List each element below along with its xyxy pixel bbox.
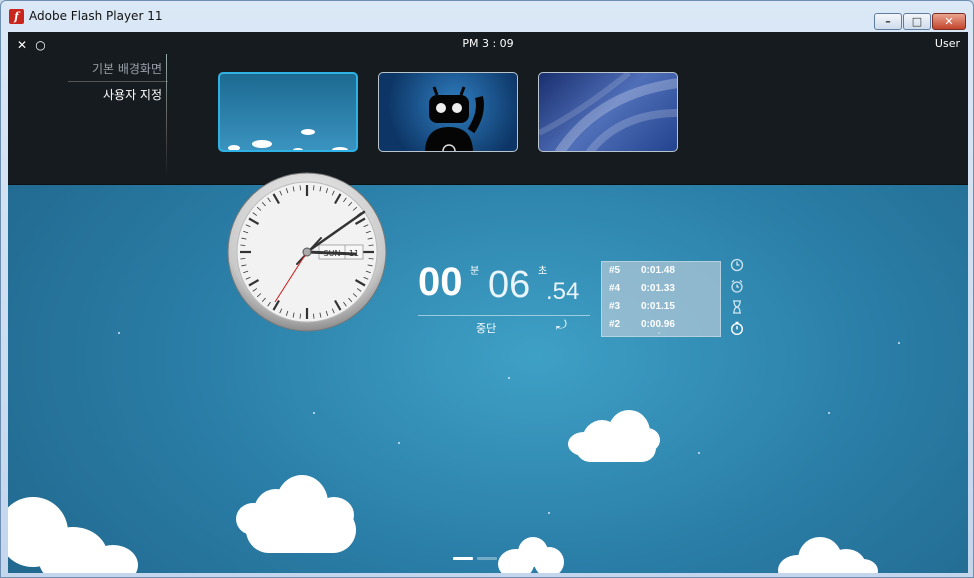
hour-hand (305, 250, 357, 256)
lap-row: #5 0:01.48 (609, 265, 720, 283)
minute-tick (240, 244, 246, 246)
stopwatch-icon[interactable] (728, 321, 746, 342)
stop-button[interactable]: 중단 (476, 320, 496, 336)
wallpaper-thumb-waves[interactable] (538, 72, 678, 152)
lap-row: #3 0:01.15 (609, 301, 720, 319)
maximize-button[interactable]: □ (903, 13, 931, 30)
wallpaper-thumb-robot[interactable] (378, 72, 518, 152)
seconds-unit: 초 (538, 266, 548, 277)
lap-row: #4 0:01.33 (609, 283, 720, 301)
current-time: PM 3 : 09 (462, 37, 514, 50)
analog-clock: SUN 11 (227, 172, 387, 332)
page-indicator (453, 545, 525, 564)
stopwatch-hundredths: .54 (546, 278, 580, 305)
lap-number: #3 (609, 301, 621, 312)
lap-number: #5 (609, 265, 621, 276)
menu-item-custom[interactable]: 사용자 지정 (68, 81, 168, 107)
minute-tick (240, 258, 246, 260)
mode-icons (728, 258, 746, 342)
minute-tick (313, 185, 315, 191)
minute-tick (299, 185, 301, 191)
robot-thumb-image (425, 86, 484, 151)
star (828, 412, 830, 414)
minute-tick (313, 313, 315, 319)
star (548, 512, 550, 514)
minute-tick (368, 244, 374, 246)
maximize-icon: □ (911, 15, 923, 28)
star (118, 332, 120, 334)
minimize-icon: – (885, 15, 891, 28)
page-dot-3[interactable] (501, 557, 521, 560)
waves-thumb-image (539, 73, 677, 151)
lap-time: 0:01.33 (641, 283, 675, 294)
stopwatch-divider (418, 315, 590, 316)
star (508, 377, 510, 379)
wallpaper-menu: 기본 배경화면 사용자 지정 (68, 56, 168, 107)
close-icon: ✕ (944, 15, 954, 28)
minute-tick (368, 258, 374, 260)
menu-item-default-wallpaper[interactable]: 기본 배경화면 (68, 56, 168, 81)
stopwatch-seconds: 06 (488, 264, 531, 306)
app-content: ✕ ○ PM 3 : 09 User 기본 배경화면 사용자 지정 00 분 0… (8, 32, 968, 573)
lap-number: #2 (609, 319, 621, 330)
wallpaper-thumb-clouds[interactable] (218, 72, 358, 152)
page-dot-1[interactable] (453, 557, 473, 560)
lap-time: 0:01.48 (641, 265, 675, 276)
star (698, 452, 700, 454)
page-dot-2[interactable] (477, 557, 497, 560)
minutes-unit: 분 (470, 266, 480, 277)
title-bar: f Adobe Flash Player 11 – □ ✕ (1, 1, 973, 31)
alarm-icon[interactable] (728, 279, 746, 300)
flash-logo-icon: f (9, 9, 24, 24)
star (898, 342, 900, 344)
clock-face: SUN 11 (227, 172, 387, 332)
stopwatch-minutes: 00 (418, 260, 463, 304)
user-label[interactable]: User (935, 37, 960, 50)
lap-row: #2 0:00.96 (609, 319, 720, 337)
lap-number: #4 (609, 283, 621, 294)
hourglass-icon[interactable] (728, 300, 746, 321)
menu-divider (166, 54, 167, 176)
lap-time: 0:01.15 (641, 301, 675, 312)
clouds-thumb-image (228, 129, 348, 150)
lap-list: #5 0:01.48 #4 0:01.33 #3 0:01.15 #2 0:00.96 (601, 261, 721, 337)
top-panel: ✕ ○ PM 3 : 09 User 기본 배경화면 사용자 지정 (8, 32, 968, 185)
app-window: f Adobe Flash Player 11 – □ ✕ ✕ ○ PM 3:… (0, 0, 974, 578)
clock-icon[interactable] (728, 258, 746, 279)
close-window-button[interactable]: ✕ (932, 13, 966, 30)
window-title: Adobe Flash Player 11 (29, 9, 163, 23)
lap-time: 0:00.96 (641, 319, 675, 330)
star (313, 412, 315, 414)
star (398, 442, 400, 444)
minute-tick (299, 313, 301, 319)
reset-icon[interactable]: ⤾ (556, 318, 567, 333)
minimize-button[interactable]: – (874, 13, 902, 30)
